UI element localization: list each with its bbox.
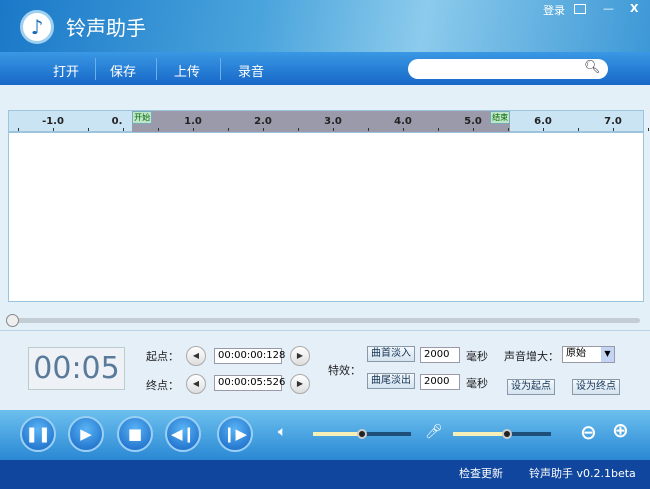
ruler-label: 5.0 (464, 116, 482, 127)
ruler-tick (263, 128, 264, 131)
ruler-label: 3.0 (324, 116, 342, 127)
ruler-label: 2.0 (254, 116, 272, 127)
chevron-down-icon[interactable]: ▼ (601, 347, 614, 362)
ruler-tick (18, 128, 19, 131)
search-icon[interactable]: 🔍︎ (584, 60, 601, 75)
boost-label: 声音增大： (504, 350, 559, 363)
volume-slider[interactable] (313, 429, 411, 439)
divider (220, 58, 221, 80)
set-start-button[interactable]: 设为起点 (507, 379, 555, 395)
effects-label: 特效： (328, 364, 361, 377)
scroll-thumb[interactable] (6, 314, 19, 327)
next-button[interactable]: ❙▶ (217, 416, 253, 452)
ruler-tick (438, 128, 439, 131)
set-end-button[interactable]: 设为终点 (572, 379, 620, 395)
ruler-tick (403, 128, 404, 131)
stop-button[interactable]: ■ (117, 416, 153, 452)
login-link[interactable]: 登录 (543, 2, 565, 18)
boost-value: 原始 (566, 348, 586, 359)
end-time-field[interactable]: 00:00:05:526 (214, 375, 285, 391)
volume-fill (313, 432, 362, 436)
record-button[interactable]: 录音 (238, 61, 264, 80)
music-note-icon: ♪ (20, 10, 54, 44)
divider (95, 58, 96, 80)
zoom-out-icon[interactable]: ⊖ (580, 420, 597, 444)
ruler-label: -1.0 (42, 116, 64, 127)
ruler-tick (613, 128, 614, 131)
scrollbar[interactable] (8, 318, 640, 323)
waveform-area[interactable] (8, 132, 644, 302)
ruler-tick (193, 128, 194, 131)
mic-fill (453, 432, 507, 436)
fade-out-ms-field[interactable]: 2000 (420, 374, 460, 390)
upload-button[interactable]: 上传 (174, 61, 200, 80)
end-back-button[interactable]: ◀ (186, 374, 206, 394)
fade-out-button[interactable]: 曲尾淡出 (367, 373, 415, 389)
dropdown-icon[interactable] (574, 4, 586, 14)
pause-button[interactable]: ❚❚ (20, 416, 56, 452)
ruler-label: 6.0 (534, 116, 552, 127)
fade-in-button[interactable]: 曲首淡入 (367, 346, 415, 362)
ruler-tick (508, 128, 509, 131)
volume-knob[interactable] (357, 429, 367, 439)
divider (156, 58, 157, 80)
ruler-tick (473, 128, 474, 131)
volume-icon: 🔈︎ (278, 424, 287, 440)
end-label: 终点： (146, 379, 179, 392)
ruler-label: 4.0 (394, 116, 412, 127)
ruler-tick (88, 128, 89, 131)
ms-unit: 毫秒 (466, 350, 488, 363)
microphone-icon: 🎤︎ (425, 424, 443, 440)
ruler-label: 1.0 (184, 116, 202, 127)
version-label: 铃声助手 v0.2.1beta (529, 467, 636, 480)
start-forward-button[interactable]: ▶ (290, 346, 310, 366)
start-label: 起点： (146, 350, 179, 363)
boost-select[interactable]: 原始 ▼ (562, 346, 615, 363)
mic-knob[interactable] (501, 429, 512, 439)
ms-unit: 毫秒 (466, 377, 488, 390)
previous-button[interactable]: ◀❙ (165, 416, 201, 452)
ruler-tick (543, 128, 544, 131)
mic-slider[interactable] (453, 429, 551, 439)
ruler-label: 7.0 (604, 116, 622, 127)
minimize-button[interactable]: — (603, 2, 614, 15)
start-time-field[interactable]: 00:00:00:128 (214, 348, 285, 364)
ruler-tick (123, 128, 124, 131)
start-back-button[interactable]: ◀ (186, 346, 206, 366)
end-marker[interactable]: 结束 (490, 111, 511, 124)
timeline-ruler[interactable]: -1.0 0. 1.0 2.0 3.0 4.0 5.0 6.0 7.0 开始 结束 (8, 110, 649, 132)
ruler-tick (298, 128, 299, 131)
ruler-tick (648, 128, 649, 131)
check-update-link[interactable]: 检查更新 (459, 465, 503, 481)
ruler-tick (578, 128, 579, 131)
time-display: 00:05 (28, 347, 125, 390)
zoom-in-icon[interactable]: ⊕ (612, 418, 629, 442)
open-button[interactable]: 打开 (53, 61, 79, 80)
ruler-tick (333, 128, 334, 131)
app-title: 铃声助手 (66, 16, 146, 40)
ruler-tick (368, 128, 369, 131)
search-input[interactable] (408, 59, 608, 79)
play-button[interactable]: ▶ (68, 416, 104, 452)
ruler-tick (228, 128, 229, 131)
ruler-label: 0. (111, 116, 123, 127)
save-button[interactable]: 保存 (110, 61, 136, 80)
end-forward-button[interactable]: ▶ (290, 374, 310, 394)
close-button[interactable]: X (630, 2, 638, 15)
start-marker[interactable]: 开始 (132, 111, 153, 124)
ruler-tick (158, 128, 159, 131)
fade-in-ms-field[interactable]: 2000 (420, 347, 460, 363)
ruler-tick (53, 128, 54, 131)
